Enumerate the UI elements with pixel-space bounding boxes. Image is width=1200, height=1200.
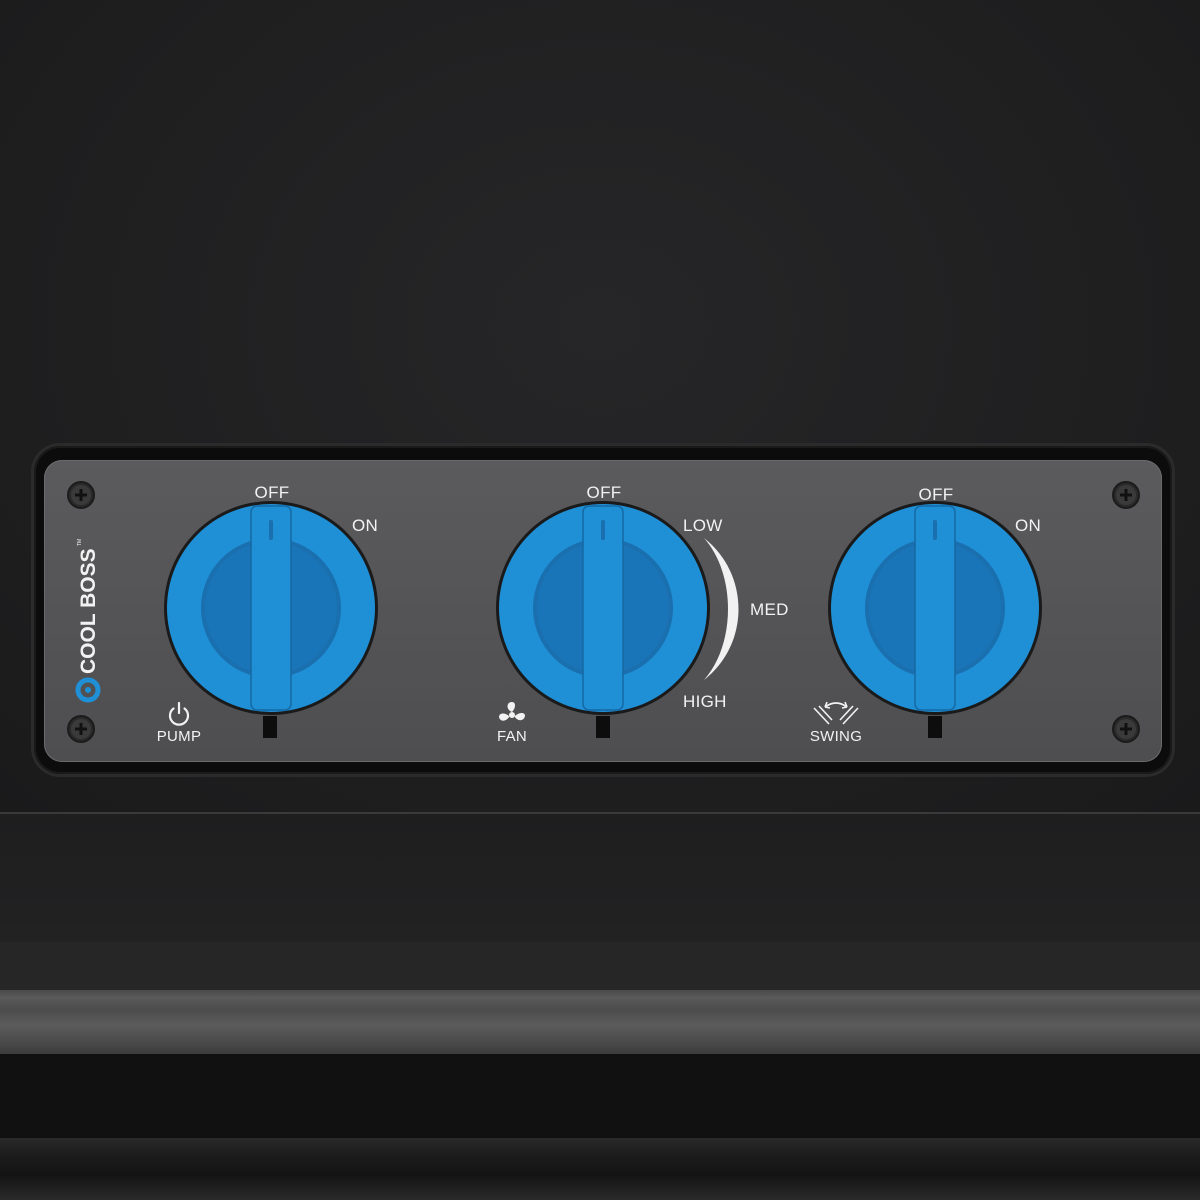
fan-icon <box>499 702 525 721</box>
swing-knob[interactable] <box>827 500 1043 716</box>
fan-med-label: MED <box>750 600 789 619</box>
screw-icon <box>1112 481 1140 509</box>
trademark-mark: TM <box>77 539 83 546</box>
fan-off-label: OFF <box>586 483 622 502</box>
fan-high-label: HIGH <box>683 692 727 711</box>
pump-label: PUMP <box>156 728 202 745</box>
brand-logo: COOL BOSS TM <box>75 539 101 703</box>
swing-icon <box>813 701 859 725</box>
swing-off-label: OFF <box>918 485 954 504</box>
swing-on-label: ON <box>1015 516 1042 535</box>
pump-knob-pointer <box>263 716 277 738</box>
screw-icon <box>67 481 95 509</box>
speed-range-arc <box>704 538 739 680</box>
pump-on-label: ON <box>352 516 379 535</box>
housing-band <box>0 942 1200 990</box>
housing-trim-band <box>0 990 1200 1054</box>
screw-icon <box>67 715 95 743</box>
fan-knob[interactable] <box>495 500 711 716</box>
fan-knob-pointer <box>596 716 610 738</box>
cooler-lower-housing <box>0 812 1200 944</box>
fan-low-label: LOW <box>683 516 723 535</box>
brand-name: COOL BOSS <box>77 548 100 674</box>
cooler-body: COOL BOSS TM OFF ON PUMP OFF LOW MED HIG… <box>0 0 1200 1200</box>
power-icon <box>168 701 190 726</box>
pump-off-label: OFF <box>254 483 290 502</box>
swing-label: SWING <box>809 728 863 745</box>
screw-icon <box>1112 715 1140 743</box>
swing-knob-pointer <box>928 716 942 738</box>
pump-knob[interactable] <box>163 500 379 716</box>
housing-recess <box>0 1054 1200 1138</box>
housing-base-band <box>0 1138 1200 1200</box>
fan-label: FAN <box>496 728 528 745</box>
